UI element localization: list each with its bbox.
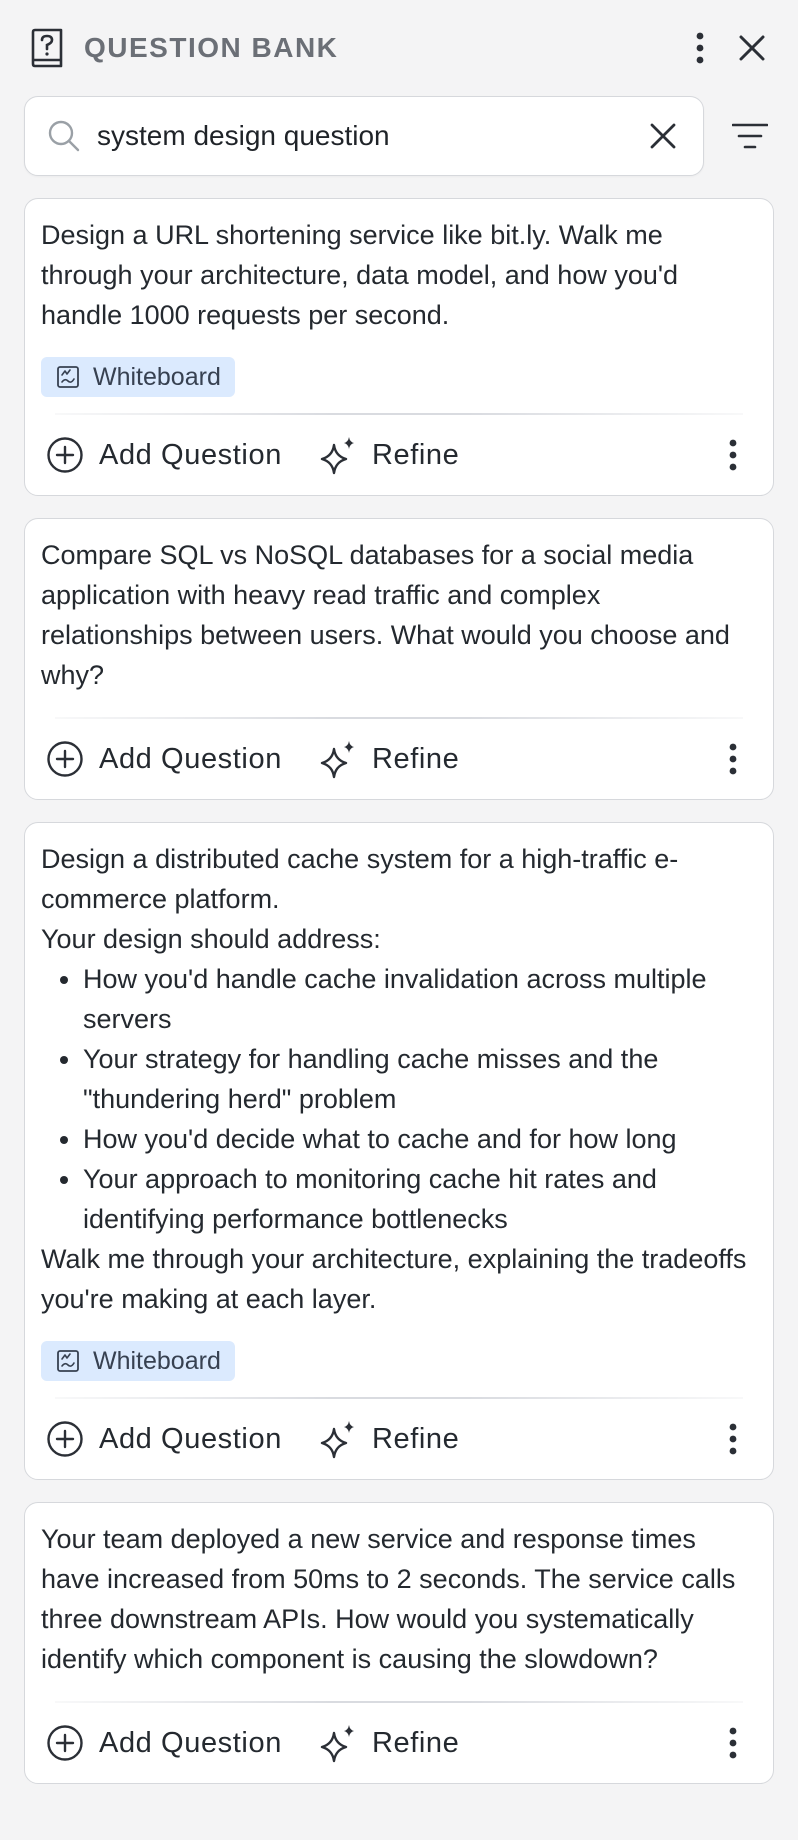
- search-box[interactable]: [24, 96, 704, 176]
- add-question-button[interactable]: Add Question: [45, 1713, 282, 1773]
- whiteboard-tag: Whiteboard: [41, 1341, 235, 1381]
- add-question-label: Add Question: [99, 1422, 282, 1455]
- tag-label: Whiteboard: [93, 362, 221, 391]
- question-intro: Compare SQL vs NoSQL databases for a soc…: [41, 540, 730, 690]
- search-input[interactable]: [97, 106, 643, 166]
- add-question-button[interactable]: Add Question: [45, 425, 282, 485]
- sparkle-icon: [318, 1723, 358, 1763]
- filter-icon[interactable]: [728, 114, 772, 158]
- tag-label: Whiteboard: [93, 1346, 221, 1375]
- card-actions: Add Question Refine: [41, 719, 757, 799]
- question-card: Design a URL shortening service like bit…: [24, 198, 774, 496]
- refine-button[interactable]: Refine: [318, 1409, 459, 1469]
- add-question-label: Add Question: [99, 438, 282, 471]
- whiteboard-icon: [55, 1348, 81, 1374]
- sparkle-icon: [318, 1419, 358, 1459]
- question-card: Compare SQL vs NoSQL databases for a soc…: [24, 518, 774, 800]
- question-outro: Walk me through your architecture, expla…: [41, 1244, 747, 1314]
- more-vertical-icon[interactable]: [713, 735, 753, 783]
- add-question-button[interactable]: Add Question: [45, 1409, 282, 1469]
- question-list: Design a URL shortening service like bit…: [24, 198, 774, 1784]
- question-bank-panel: QUESTION BANK system design question Des…: [0, 0, 798, 1840]
- sparkle-icon: [318, 435, 358, 475]
- whiteboard-tag: Whiteboard: [41, 357, 235, 397]
- refine-label: Refine: [371, 1726, 460, 1759]
- close-icon[interactable]: [730, 26, 774, 70]
- more-vertical-icon[interactable]: [713, 431, 753, 479]
- search-icon: [47, 119, 81, 153]
- more-vertical-icon[interactable]: [713, 1415, 753, 1463]
- question-card: Design a distributed cache system for a …: [24, 822, 774, 1480]
- plus-circle-icon: [45, 1419, 85, 1459]
- page-title: QUESTION BANK: [84, 32, 339, 63]
- plus-circle-icon: [45, 435, 85, 475]
- question-text: Design a distributed cache system for a …: [41, 839, 757, 1319]
- refine-button[interactable]: Refine: [318, 425, 459, 485]
- question-bullet: How you'd decide what to cache and for h…: [83, 1119, 757, 1159]
- question-bullet: Your approach to monitoring cache hit ra…: [83, 1159, 757, 1239]
- card-actions: Add Question Refine: [41, 415, 757, 495]
- card-actions: Add Question Refine: [41, 1703, 757, 1783]
- refine-button[interactable]: Refine: [318, 1713, 459, 1773]
- plus-circle-icon: [45, 739, 85, 779]
- question-bullet: How you'd handle cache invalidation acro…: [83, 959, 757, 1039]
- question-text: Compare SQL vs NoSQL databases for a soc…: [41, 535, 757, 695]
- question-bullet: Your strategy for handling cache misses …: [83, 1039, 757, 1119]
- search-row: [24, 96, 774, 176]
- more-vertical-icon[interactable]: [713, 1719, 753, 1767]
- question-bullets: How you'd handle cache invalidation acro…: [41, 959, 757, 1239]
- question-text: Design a URL shortening service like bit…: [41, 215, 757, 335]
- card-actions: Add Question Refine: [41, 1399, 757, 1479]
- add-question-label: Add Question: [99, 742, 282, 775]
- sparkle-icon: [318, 739, 358, 779]
- clear-icon[interactable]: [643, 116, 683, 156]
- refine-label: Refine: [371, 742, 460, 775]
- question-book-icon: [28, 28, 66, 68]
- kebab-menu-icon[interactable]: [678, 26, 722, 70]
- whiteboard-icon: [55, 364, 81, 390]
- add-question-label: Add Question: [99, 1726, 282, 1759]
- panel-header: QUESTION BANK: [24, 0, 774, 96]
- question-text: Your team deployed a new service and res…: [41, 1519, 757, 1679]
- add-question-button[interactable]: Add Question: [45, 729, 282, 789]
- refine-label: Refine: [371, 438, 460, 471]
- question-card: Your team deployed a new service and res…: [24, 1502, 774, 1784]
- plus-circle-icon: [45, 1723, 85, 1763]
- question-subintro: Your design should address:: [41, 924, 381, 954]
- refine-label: Refine: [371, 1422, 460, 1455]
- refine-button[interactable]: Refine: [318, 729, 459, 789]
- question-intro: Your team deployed a new service and res…: [41, 1524, 736, 1674]
- question-intro: Design a distributed cache system for a …: [41, 844, 679, 914]
- question-intro: Design a URL shortening service like bit…: [41, 220, 679, 330]
